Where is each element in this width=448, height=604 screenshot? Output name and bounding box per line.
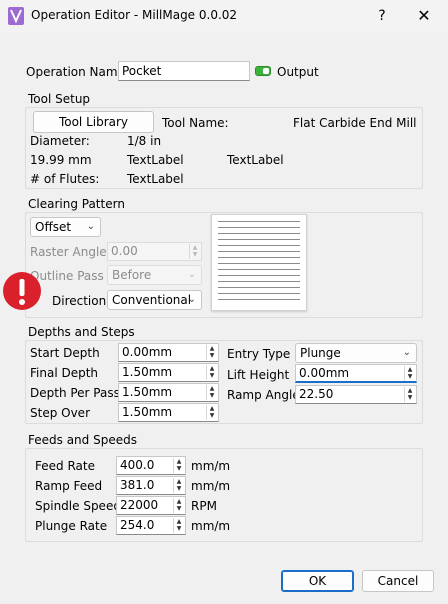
spindle-speed-value: 22000 [120,498,159,512]
flutes-value: TextLabel [127,172,184,186]
step-over-label: Step Over [30,406,90,420]
feed-rate-spinbox[interactable]: 400.0 ▲ ▼ [116,456,186,475]
feeds-speeds-title: Feeds and Speeds [28,433,137,447]
tool-library-button[interactable]: Tool Library [33,111,154,133]
depths-steps-title: Depths and Steps [28,325,135,339]
text-label-1: TextLabel [127,153,184,167]
plunge-rate-label: Plunge Rate [35,519,108,533]
direction-select[interactable]: Conventional ⌄ [107,290,202,310]
operation-name-input[interactable]: Pocket [118,61,250,81]
chevron-down-icon: ⌄ [187,294,196,305]
feed-rate-unit: mm/m [191,459,231,473]
preview-pattern-lines [218,221,300,304]
entry-type-label: Entry Type [227,347,291,361]
depth-per-pass-label: Depth Per Pass [30,386,120,400]
tool-setup-title: Tool Setup [28,92,91,106]
ramp-feed-unit: mm/m [191,479,231,493]
ramp-feed-value: 381.0 [120,478,155,492]
direction-label: Direction [52,294,107,308]
start-depth-value: 0.00mm [122,345,173,359]
spindle-speed-label: Spindle Speed [35,499,121,513]
spin-arrows-icon: ▲ ▼ [173,498,184,513]
chevron-down-icon: ⌄ [402,347,411,358]
window-title: Operation Editor - MillMage 0.0.02 [31,8,238,22]
pattern-preview [211,214,307,311]
spin-arrows-icon: ▲ ▼ [189,244,200,259]
feed-rate-value: 400.0 [120,458,155,472]
spindle-speed-spinbox[interactable]: 22000 ▲ ▼ [116,496,186,515]
depth-per-pass-spinbox[interactable]: 1.50mm ▲ ▼ [118,383,219,402]
raster-angle-value: 0.00 [111,244,138,258]
raster-angle-label: Raster Angle [30,245,107,259]
spin-arrows-icon: ▲ ▼ [206,365,217,380]
flutes-label: # of Flutes: [30,172,100,186]
spin-arrows-icon: ▲ ▼ [404,366,415,381]
ramp-angle-value: 22.50 [299,387,334,401]
ramp-feed-spinbox[interactable]: 381.0 ▲ ▼ [116,476,186,495]
spin-arrows-icon: ▲ ▼ [206,405,217,420]
tool-name-value: Flat Carbide End Mill [293,116,417,130]
ramp-feed-label: Ramp Feed [35,479,103,493]
tool-name-label: Tool Name: [162,116,229,130]
final-depth-label: Final Depth [30,366,99,380]
final-depth-spinbox[interactable]: 1.50mm ▲ ▼ [118,363,219,382]
text-label-2: TextLabel [227,153,284,167]
step-over-spinbox[interactable]: 1.50mm ▲ ▼ [118,403,219,422]
warning-icon [3,272,41,310]
feed-rate-label: Feed Rate [35,459,95,473]
plunge-rate-value: 254.0 [120,518,155,532]
cancel-button[interactable]: Cancel [362,570,434,592]
start-depth-spinbox[interactable]: 0.00mm ▲ ▼ [118,343,219,362]
chevron-down-icon: ⌄ [86,221,95,232]
depth-per-pass-value: 1.50mm [122,385,173,399]
close-button[interactable]: ✕ [414,6,434,26]
millmage-app-icon [8,7,24,25]
ramp-angle-spinbox[interactable]: 22.50 ▲ ▼ [295,385,417,404]
operation-name-label: Operation Name [26,65,125,79]
final-depth-value: 1.50mm [122,365,173,379]
spin-arrows-icon: ▲ ▼ [404,387,415,402]
spindle-speed-unit: RPM [191,499,217,513]
lift-height-value: 0.00mm [299,366,350,380]
clearing-pattern-title: Clearing Pattern [28,197,125,211]
spin-arrows-icon: ▲ ▼ [206,345,217,360]
plunge-rate-unit: mm/m [191,519,231,533]
plunge-rate-spinbox[interactable]: 254.0 ▲ ▼ [116,516,186,535]
raster-angle-spinbox: 0.00 ▲ ▼ [107,242,202,261]
ramp-angle-label: Ramp Angle [227,388,300,402]
output-label: Output [277,65,319,79]
diameter-label: Diameter: [30,134,90,148]
spin-arrows-icon: ▲ ▼ [173,478,184,493]
output-toggle[interactable] [255,66,271,76]
spin-arrows-icon: ▲ ▼ [206,385,217,400]
step-over-value: 1.50mm [122,405,173,419]
spin-arrows-icon: ▲ ▼ [173,458,184,473]
pattern-select-value: Offset [35,220,72,234]
lift-height-label: Lift Height [227,368,290,382]
spin-arrows-icon: ▲ ▼ [173,518,184,533]
start-depth-label: Start Depth [30,346,100,360]
ok-button[interactable]: OK [281,570,354,592]
direction-value: Conventional [112,293,192,307]
pattern-select[interactable]: Offset ⌄ [30,217,101,237]
entry-type-value: Plunge [300,346,341,360]
help-button[interactable]: ? [372,6,392,26]
title-bar: Operation Editor - MillMage 0.0.02 ? ✕ [0,0,448,32]
entry-type-select[interactable]: Plunge ⌄ [295,343,417,363]
lift-height-spinbox[interactable]: 0.00mm ▲ ▼ [295,364,417,383]
outline-pass-value: Before [112,268,152,282]
diameter-mm-value: 19.99 mm [30,153,92,167]
outline-pass-select: Before ⌄ [107,265,202,285]
chevron-down-icon: ⌄ [187,269,196,280]
diameter-value: 1/8 in [127,134,162,148]
